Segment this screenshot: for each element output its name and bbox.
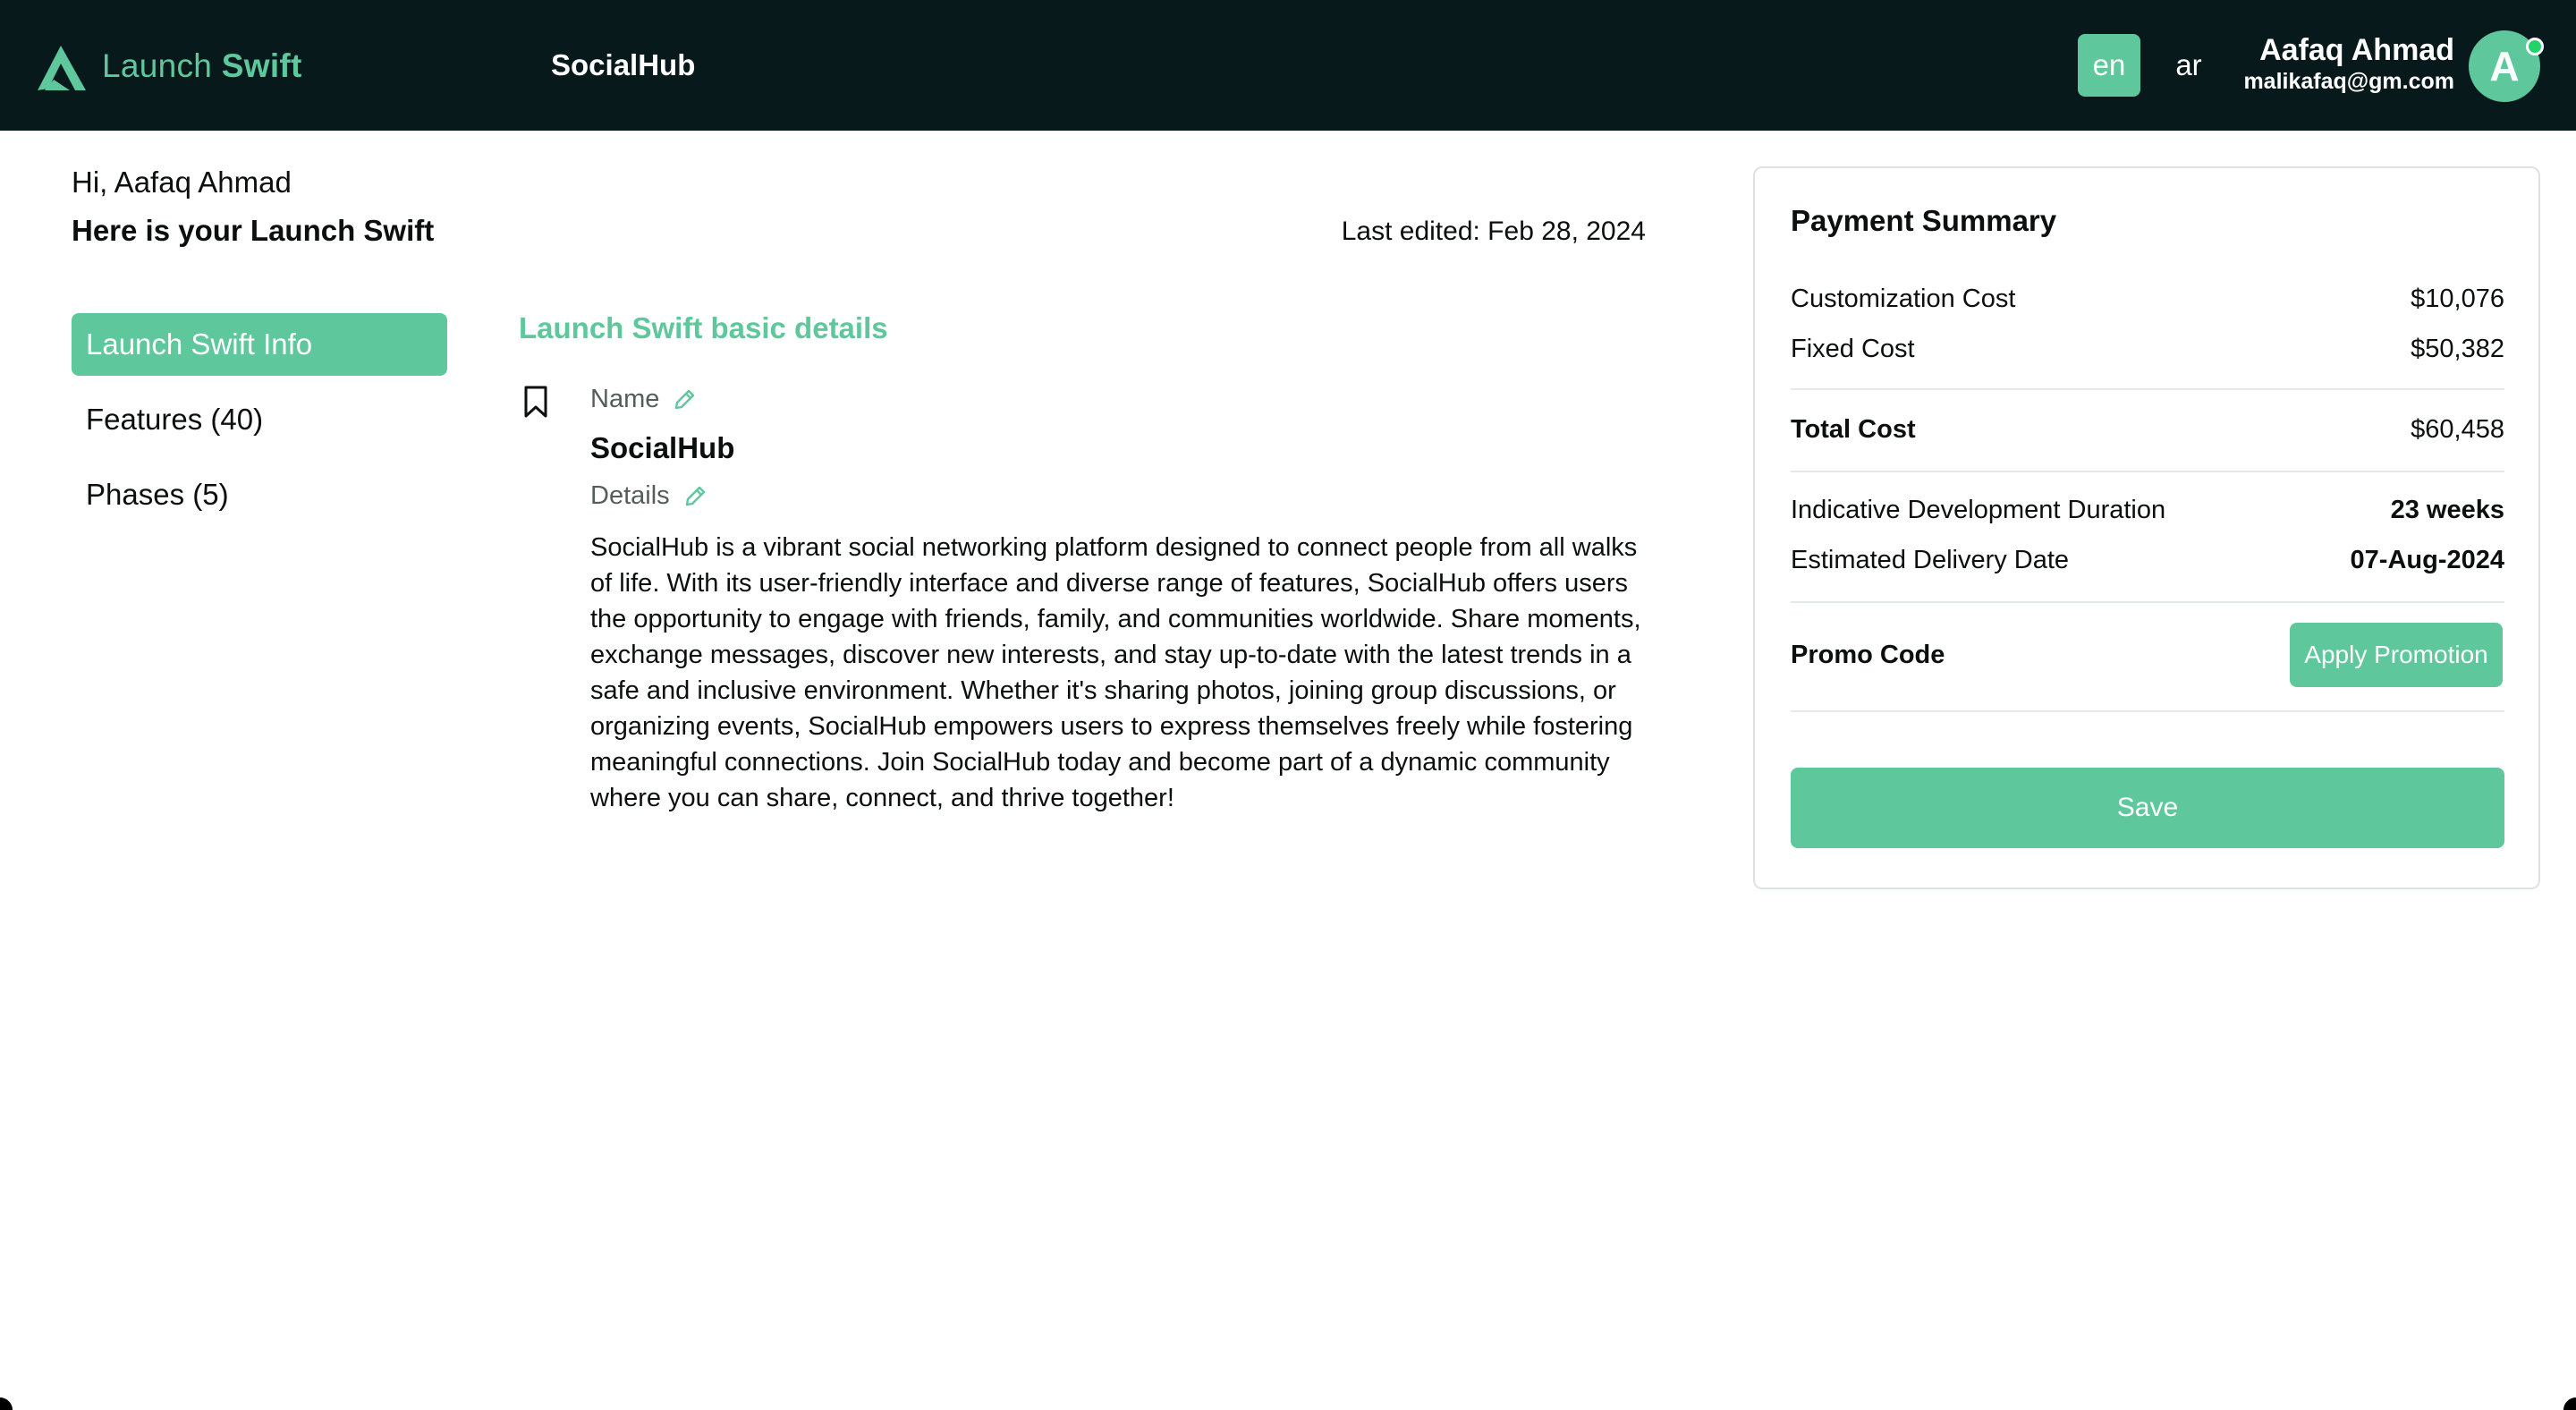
fixed-cost-value: $50,382 (2411, 334, 2504, 363)
edit-name-pencil-icon[interactable] (672, 387, 697, 412)
payment-summary-card: Payment Summary Customization Cost $10,0… (1753, 166, 2540, 889)
online-status-dot (2526, 38, 2544, 55)
divider (1791, 710, 2504, 712)
details-label: Details (590, 481, 670, 510)
divider (1791, 388, 2504, 390)
user-info[interactable]: Aafaq Ahmad malikafaq@gm.com (2243, 32, 2454, 95)
name-label-row: Name (590, 385, 697, 414)
delivery-date-label: Estimated Delivery Date (1791, 545, 2070, 574)
side-nav: Launch Swift Info Features (40) Phases (… (72, 313, 447, 539)
nav-item-phases[interactable]: Phases (5) (72, 463, 447, 526)
total-cost-label: Total Cost (1791, 414, 1916, 444)
window-corner (0, 1397, 13, 1410)
customization-cost-value: $10,076 (2411, 284, 2504, 313)
delivery-date-value: 07-Aug-2024 (2350, 545, 2504, 574)
user-name: Aafaq Ahmad (2259, 33, 2454, 67)
duration-value: 23 weeks (2390, 495, 2504, 524)
total-cost-row: Total Cost $60,458 (1791, 412, 2504, 447)
top-header: Launch Swift SocialHub en ar Aafaq Ahmad… (0, 0, 2576, 131)
greeting-text: Hi, Aafaq Ahmad (72, 166, 292, 199)
save-button[interactable]: Save (1791, 768, 2504, 848)
duration-label: Indicative Development Duration (1791, 495, 2166, 524)
fixed-cost-label: Fixed Cost (1791, 334, 1915, 363)
divider (1791, 471, 2504, 472)
launch-swift-logo-icon (38, 46, 86, 90)
project-name-value: SocialHub (590, 431, 735, 464)
delivery-date-row: Estimated Delivery Date 07-Aug-2024 (1791, 542, 2504, 578)
apply-promotion-button[interactable]: Apply Promotion (2290, 623, 2503, 687)
fixed-cost-row: Fixed Cost $50,382 (1791, 331, 2504, 367)
language-en-button[interactable]: en (2078, 34, 2140, 97)
duration-row: Indicative Development Duration 23 weeks (1791, 492, 2504, 528)
customization-cost-label: Customization Cost (1791, 284, 2016, 313)
language-ar-button[interactable]: ar (2157, 34, 2220, 97)
window-corner (2563, 1397, 2576, 1410)
user-email: malikafaq@gm.com (2243, 69, 2454, 94)
page-subtitle: Here is your Launch Swift (72, 214, 435, 247)
edit-details-pencil-icon[interactable] (682, 484, 708, 509)
section-title: Launch Swift basic details (519, 311, 888, 344)
logo[interactable]: Launch Swift (34, 39, 302, 93)
name-label: Name (590, 385, 660, 413)
details-label-row: Details (590, 481, 708, 511)
nav-item-launch-swift-info[interactable]: Launch Swift Info (72, 313, 447, 376)
promo-code-row: Promo Code (1791, 637, 2238, 673)
total-cost-value: $60,458 (2411, 414, 2504, 444)
divider (1791, 601, 2504, 603)
payment-summary-title: Payment Summary (1791, 204, 2057, 237)
bookmark-icon[interactable] (522, 385, 549, 419)
project-details-text: SocialHub is a vibrant social networking… (590, 533, 1641, 812)
nav-item-features[interactable]: Features (40) (72, 388, 447, 451)
last-edited-date: Last edited: Feb 28, 2024 (1341, 217, 1646, 246)
customization-cost-row: Customization Cost $10,076 (1791, 281, 2504, 317)
app-title: SocialHub (551, 48, 696, 81)
promo-code-label: Promo Code (1791, 640, 1945, 669)
logo-text: Launch Swift (102, 47, 302, 84)
